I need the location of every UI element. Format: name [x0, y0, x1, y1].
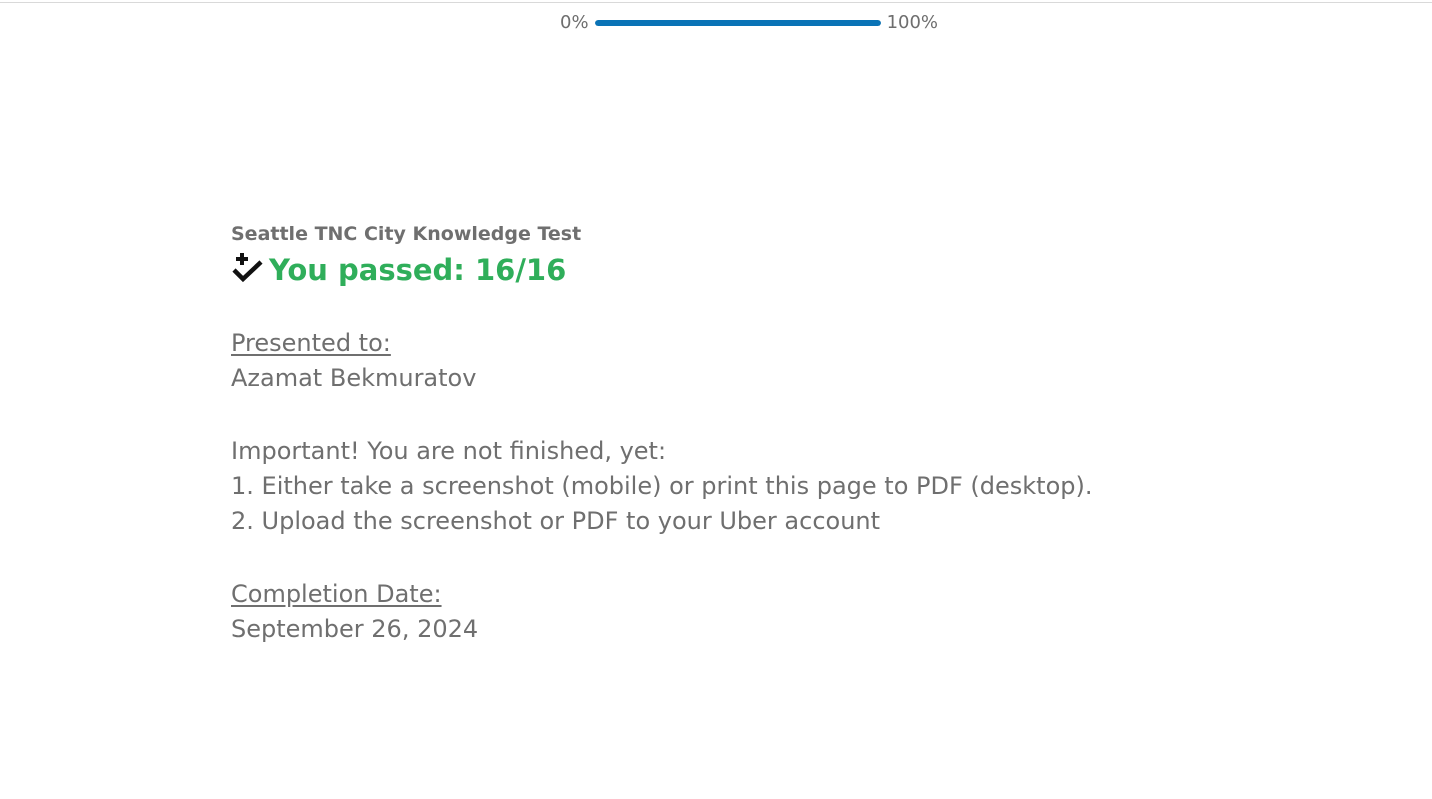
result-text: You passed: 16/16 [269, 253, 567, 287]
progress-bar-fill [594, 19, 881, 26]
progress-bar [594, 19, 881, 26]
result-line: You passed: 16/16 [231, 252, 1231, 288]
completion-date: September 26, 2024 [231, 615, 479, 643]
checkmark-plus-icon [232, 253, 263, 283]
recipient-name: Azamat Bekmuratov [231, 364, 477, 392]
completion-section: Completion Date: September 26, 2024 [231, 577, 1231, 647]
test-title: Seattle TNC City Knowledge Test [231, 223, 582, 245]
instructions-section: Important! You are not finished, yet: 1.… [231, 434, 1231, 539]
important-heading: Important! You are not finished, yet: [231, 437, 667, 465]
instruction-item: 2. Upload the screenshot or PDF to your … [231, 507, 881, 535]
presented-section: Presented to: Azamat Bekmuratov [231, 326, 1231, 396]
progress-start-label: 0% [560, 12, 589, 33]
top-border-line [0, 2, 1432, 3]
completion-label: Completion Date: [231, 580, 442, 608]
progress-indicator: 0% 100% [560, 12, 938, 33]
presented-label: Presented to: [231, 329, 391, 357]
progress-end-label: 100% [886, 12, 939, 33]
certificate-content: Seattle TNC City Knowledge Test You pass… [231, 222, 1231, 647]
instruction-item: 1. Either take a screenshot (mobile) or … [231, 472, 1093, 500]
